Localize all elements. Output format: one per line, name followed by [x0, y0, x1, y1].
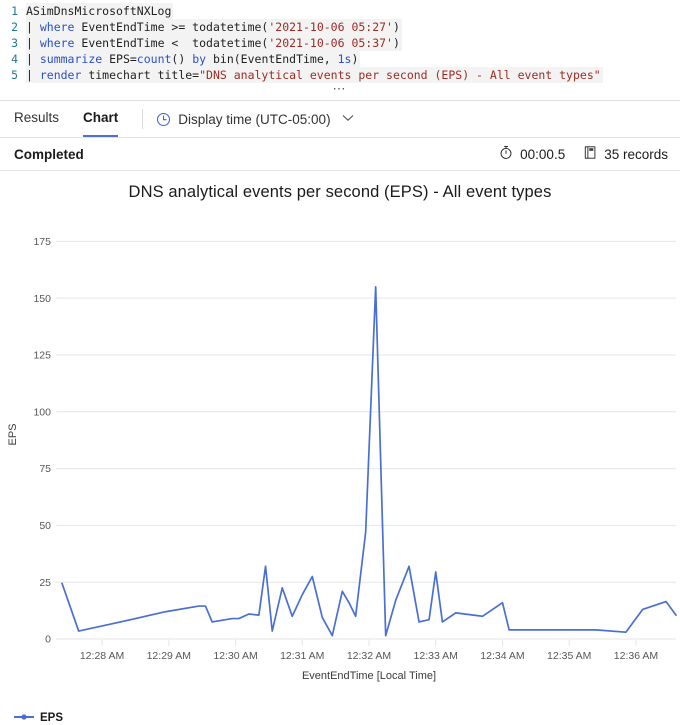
x-tick-label: 12:32 AM [347, 650, 391, 662]
code-token: | [26, 36, 40, 50]
tab-chart[interactable]: Chart [83, 109, 118, 137]
code-token: 1s [338, 52, 352, 66]
code-line[interactable]: 4| summarize EPS=count() by bin(EventEnd… [0, 51, 680, 67]
y-tick-label: 125 [33, 350, 51, 362]
code-token: bin(EventEndTime, [206, 52, 338, 66]
code-line[interactable]: 3| where EventEndTime < todatetime('2021… [0, 35, 680, 51]
code-token: summarize [40, 52, 102, 66]
records-metric: 35 records [583, 145, 668, 163]
code-text[interactable]: | summarize EPS=count() by bin(EventEndT… [26, 51, 360, 67]
code-token: timechart title= [81, 68, 199, 82]
code-text[interactable]: ASimDnsMicrosoftNXLog [26, 3, 173, 19]
display-time-selector[interactable]: Display time (UTC-05:00) [156, 112, 353, 127]
chart-series-line[interactable] [62, 287, 676, 636]
code-lines[interactable]: 1ASimDnsMicrosoftNXLog2| where EventEndT… [0, 3, 680, 83]
chart-svg[interactable]: 0 25 50 75 100 125 150 175 12:28 AM 12:29 AM 12:30… [0, 202, 680, 725]
y-tick-label: 0 [45, 634, 51, 646]
y-tick-label: 150 [33, 293, 51, 305]
y-tick-label: 25 [39, 577, 51, 589]
x-tick-label: 12:29 AM [147, 650, 191, 662]
code-token: by [192, 52, 206, 66]
line-number: 3 [0, 35, 26, 51]
code-token: ) [393, 36, 400, 50]
code-token: | [26, 68, 40, 82]
display-time-label: Display time (UTC-05:00) [178, 112, 330, 127]
code-token: EventEndTime < todatetime( [74, 36, 268, 50]
code-token: EventEndTime >= todatetime( [74, 20, 268, 34]
legend-marker-dot [21, 714, 26, 719]
code-token: count [137, 52, 172, 66]
code-line[interactable]: 2| where EventEndTime >= todatetime('202… [0, 19, 680, 35]
legend-label[interactable]: EPS [40, 712, 63, 724]
chevron-down-icon[interactable] [342, 113, 354, 125]
code-token: ASimDnsMicrosoftNXLog [26, 4, 171, 18]
line-number: 5 [0, 67, 26, 83]
x-tick-label: 12:31 AM [280, 650, 324, 662]
clock-icon [156, 112, 171, 127]
code-token: EPS= [102, 52, 137, 66]
chart-panel: DNS analytical events per second (EPS) -… [0, 171, 680, 725]
code-token: | [26, 52, 40, 66]
code-token: '2021-10-06 05:27' [268, 20, 393, 34]
results-tabbar: Results Chart Display time (UTC-05:00) [0, 101, 680, 138]
code-token: ) [351, 52, 358, 66]
code-token: render [40, 68, 82, 82]
editor-divider [0, 100, 680, 101]
x-tick-label: 12:33 AM [414, 650, 458, 662]
y-tick-label: 100 [33, 406, 51, 418]
code-token: where [40, 20, 75, 34]
code-token: | [26, 20, 40, 34]
status-metrics: 00:00.5 35 records [499, 145, 668, 163]
code-token: ) [393, 20, 400, 34]
x-tick-label: 12:30 AM [213, 650, 257, 662]
records-icon [583, 145, 597, 163]
duration-value: 00:00.5 [520, 147, 565, 162]
code-text[interactable]: | where EventEndTime >= todatetime('2021… [26, 19, 402, 35]
y-tick-label: 175 [33, 236, 51, 248]
query-editor[interactable]: 1ASimDnsMicrosoftNXLog2| where EventEndT… [0, 0, 680, 101]
x-tick-label: 12:34 AM [480, 650, 524, 662]
duration-metric: 00:00.5 [499, 145, 565, 163]
code-text[interactable]: | where EventEndTime < todatetime('2021-… [26, 35, 402, 51]
y-tick-label: 50 [39, 520, 51, 532]
x-tick-label: 12:36 AM [614, 650, 658, 662]
status-text: Completed [14, 147, 84, 162]
code-token: where [40, 36, 75, 50]
records-value: 35 records [604, 147, 668, 162]
line-number: 2 [0, 19, 26, 35]
editor-collapse-ellipsis[interactable]: ⋯ [0, 83, 680, 100]
line-number: 1 [0, 3, 26, 19]
tab-results[interactable]: Results [14, 109, 59, 137]
y-axis-label: EPS [7, 423, 19, 445]
code-token: "DNS analytical events per second (EPS) … [199, 68, 601, 82]
chart-title: DNS analytical events per second (EPS) -… [0, 171, 680, 202]
code-token: '2021-10-06 05:37' [268, 36, 393, 50]
code-text[interactable]: | render timechart title="DNS analytical… [26, 67, 603, 83]
x-axis-label: EventEndTime [Local Time] [302, 670, 436, 682]
stopwatch-icon [499, 145, 513, 163]
x-tick-label: 12:35 AM [547, 650, 591, 662]
line-number: 4 [0, 51, 26, 67]
query-status-bar: Completed 00:00.5 35 records [0, 138, 680, 171]
code-token: () [171, 52, 192, 66]
code-line[interactable]: 1ASimDnsMicrosoftNXLog [0, 3, 680, 19]
x-tick-label: 12:28 AM [80, 650, 124, 662]
toolbar-divider [142, 109, 143, 129]
y-tick-label: 75 [39, 463, 51, 475]
